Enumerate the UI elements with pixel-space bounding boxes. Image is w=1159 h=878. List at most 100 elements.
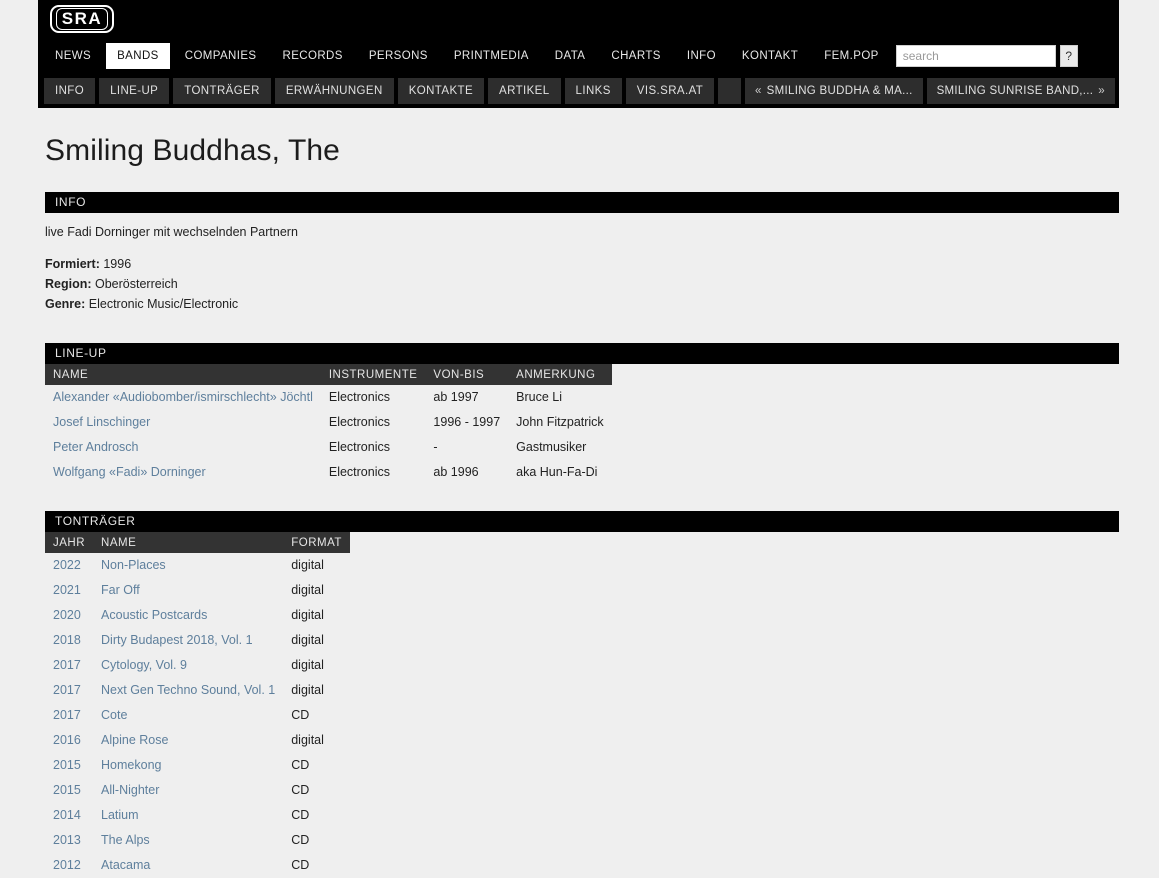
tontraeger-release-link[interactable]: Dirty Budapest 2018, Vol. 1 — [101, 633, 252, 647]
mainnav-item-printmedia[interactable]: PRINTMEDIA — [442, 43, 540, 69]
tontraeger-release-link[interactable]: Alpine Rose — [101, 733, 168, 747]
lineup-person-link[interactable]: Josef Linschinger — [53, 415, 150, 429]
lineup-col-anmerkung[interactable]: ANMERKUNG — [508, 364, 612, 385]
tontraeger-cell-name: The Alps — [93, 828, 283, 853]
lineup-cell-name: Josef Linschinger — [45, 410, 321, 435]
tontraeger-cell-jahr: 2014 — [45, 803, 93, 828]
lineup-person-link[interactable]: Alexander «Audiobomber/ismirschlecht» Jö… — [53, 390, 313, 404]
tontraeger-release-link[interactable]: Homekong — [101, 758, 161, 772]
logo-text: SRA — [55, 8, 109, 30]
pager-prev-label: SMILING BUDDHA & MA... — [766, 85, 913, 97]
tontraeger-table-head: JAHR NAME FORMAT — [45, 532, 350, 553]
mainnav-item-info[interactable]: INFO — [675, 43, 727, 69]
mainnav-item-kontakt[interactable]: KONTAKT — [730, 43, 810, 69]
lineup-cell-anmerkung: John Fitzpatrick — [516, 415, 604, 429]
page-title: Smiling Buddhas, The — [45, 134, 340, 167]
info-field: Region: Oberösterreich — [45, 277, 1119, 291]
tontraeger-year-link[interactable]: 2022 — [53, 558, 81, 572]
sra-logo[interactable]: SRA — [50, 5, 114, 33]
mainnav-item-news[interactable]: NEWS — [44, 43, 103, 69]
lineup-person-link[interactable]: Peter Androsch — [53, 440, 138, 454]
lineup-cell-von-bis: ab 1997 — [433, 390, 479, 404]
table-row: Josef Linschinger Electronics 1996 - 1997 J… — [45, 410, 612, 435]
subnav-item-vis-sra-at[interactable]: VIS.SRA.AT — [625, 78, 715, 104]
tontraeger-cell-jahr: 2015 — [45, 778, 93, 803]
mainnav-item-fem-pop[interactable]: FEM.POP — [813, 43, 890, 69]
tontraeger-cell-format: CD — [291, 783, 310, 797]
tontraeger-cell-format: digital — [291, 583, 324, 597]
info-field-value: 1996 — [99, 257, 132, 271]
lineup-col-name[interactable]: NAME — [45, 364, 321, 385]
mainnav-item-persons[interactable]: PERSONS — [357, 43, 439, 69]
tontraeger-year-link[interactable]: 2015 — [53, 783, 81, 797]
tontraeger-release-link[interactable]: All-Nighter — [101, 783, 159, 797]
subnav-item-line-up[interactable]: LINE-UP — [99, 78, 170, 104]
info-field-label: Genre: — [45, 297, 86, 311]
tontraeger-release-link[interactable]: Cote — [101, 708, 127, 722]
pager-prev[interactable]: « SMILING BUDDHA & MA... — [744, 78, 923, 104]
subnav-item-tontr-ger[interactable]: TONTRÄGER — [173, 78, 271, 104]
subnav-item-links[interactable]: LINKS — [564, 78, 622, 104]
tontraeger-year-link[interactable]: 2015 — [53, 758, 81, 772]
tontraeger-col-jahr[interactable]: JAHR — [45, 532, 94, 553]
tontraeger-release-link[interactable]: Acoustic Postcards — [101, 608, 207, 622]
tontraeger-year-link[interactable]: 2017 — [53, 658, 81, 672]
tontraeger-year-link[interactable]: 2013 — [53, 833, 81, 847]
tontraeger-release-link[interactable]: Cytology, Vol. 9 — [101, 658, 187, 672]
mainnav-item-records[interactable]: RECORDS — [271, 43, 354, 69]
table-row: Alexander «Audiobomber/ismirschlecht» Jö… — [45, 385, 612, 410]
subnav-item-kontakte[interactable]: KONTAKTE — [397, 78, 485, 104]
tontraeger-year-link[interactable]: 2017 — [53, 683, 81, 697]
search-help-button[interactable]: ? — [1059, 45, 1078, 67]
lineup-col-von-bis[interactable]: VON-BIS — [425, 364, 509, 385]
mainnav-item-data[interactable]: DATA — [543, 43, 597, 69]
tontraeger-cell-name: Non-Places — [93, 553, 283, 578]
tontraeger-release-link[interactable]: The Alps — [101, 833, 150, 847]
table-row: 2017 Cote CD — [45, 703, 350, 728]
tontraeger-cell-name: Next Gen Techno Sound, Vol. 1 — [93, 678, 283, 703]
tontraeger-release-link[interactable]: Far Off — [101, 583, 140, 597]
info-body: live Fadi Dorninger mit wechselnden Part… — [45, 213, 1119, 311]
mainnav-item-charts[interactable]: CHARTS — [600, 43, 672, 69]
lineup-cell-anmerkung: aka Hun-Fa-Di — [516, 465, 598, 479]
mainnav-item-companies[interactable]: COMPANIES — [173, 43, 268, 69]
tontraeger-col-name[interactable]: NAME — [93, 532, 284, 553]
tontraeger-year-link[interactable]: 2020 — [53, 608, 81, 622]
tontraeger-release-link[interactable]: Non-Places — [101, 558, 166, 572]
main-content: Smiling Buddhas, The INFO live Fadi Dorn… — [0, 108, 1159, 878]
tontraeger-year-link[interactable]: 2017 — [53, 708, 81, 722]
tontraeger-cell-jahr: 2015 — [45, 753, 93, 778]
tontraeger-year-link[interactable]: 2021 — [53, 583, 81, 597]
subnav-item-info[interactable]: INFO — [44, 78, 96, 104]
tontraeger-cell-format: CD — [291, 833, 310, 847]
lineup-col-instrumente[interactable]: INSTRUMENTE — [320, 364, 426, 385]
tontraeger-year-link[interactable]: 2016 — [53, 733, 81, 747]
tontraeger-section: TONTRÄGER JAHR NAME FORMAT 2022 Non-Place… — [0, 511, 1159, 878]
subnav-item-artikel[interactable]: ARTIKEL — [488, 78, 561, 104]
lineup-table-head: NAME INSTRUMENTE VON-BIS ANMERKUNG — [45, 364, 612, 385]
tontraeger-release-link[interactable]: Next Gen Techno Sound, Vol. 1 — [101, 683, 275, 697]
tontraeger-cell-jahr: 2012 — [45, 853, 93, 878]
tontraeger-year-link[interactable]: 2012 — [53, 858, 81, 872]
tontraeger-year-link[interactable]: 2018 — [53, 633, 81, 647]
tontraeger-cell-jahr: 2020 — [45, 603, 93, 628]
subnav-spacer — [718, 78, 741, 104]
info-field: Formiert: 1996 — [45, 257, 1119, 271]
sub-navigation: INFO LINE-UP TONTRÄGER ERWÄHNUNGEN KONTAKTE A… — [38, 74, 1119, 108]
search-input[interactable] — [895, 45, 1056, 67]
tontraeger-cell-jahr: 2017 — [45, 703, 93, 728]
pager-next[interactable]: SMILING SUNRISE BAND,... » — [926, 78, 1115, 104]
tontraeger-cell-jahr: 2021 — [45, 578, 93, 603]
lineup-person-link[interactable]: Wolfgang «Fadi» Dorninger — [53, 465, 206, 479]
tontraeger-release-link[interactable]: Atacama — [101, 858, 150, 872]
tontraeger-release-link[interactable]: Latium — [101, 808, 139, 822]
info-field-value: Electronic Music/Electronic — [85, 297, 239, 311]
info-field-value: Oberösterreich — [91, 277, 178, 291]
tontraeger-cell-format: CD — [291, 758, 310, 772]
tontraeger-col-format[interactable]: FORMAT — [283, 532, 350, 553]
tontraeger-year-link[interactable]: 2014 — [53, 808, 81, 822]
subnav-item-erw-hnungen[interactable]: ERWÄHNUNGEN — [274, 78, 394, 104]
tontraeger-cell-name: Far Off — [93, 578, 283, 603]
table-row: 2020 Acoustic Postcards digital — [45, 603, 350, 628]
mainnav-item-bands[interactable]: BANDS — [106, 43, 170, 69]
